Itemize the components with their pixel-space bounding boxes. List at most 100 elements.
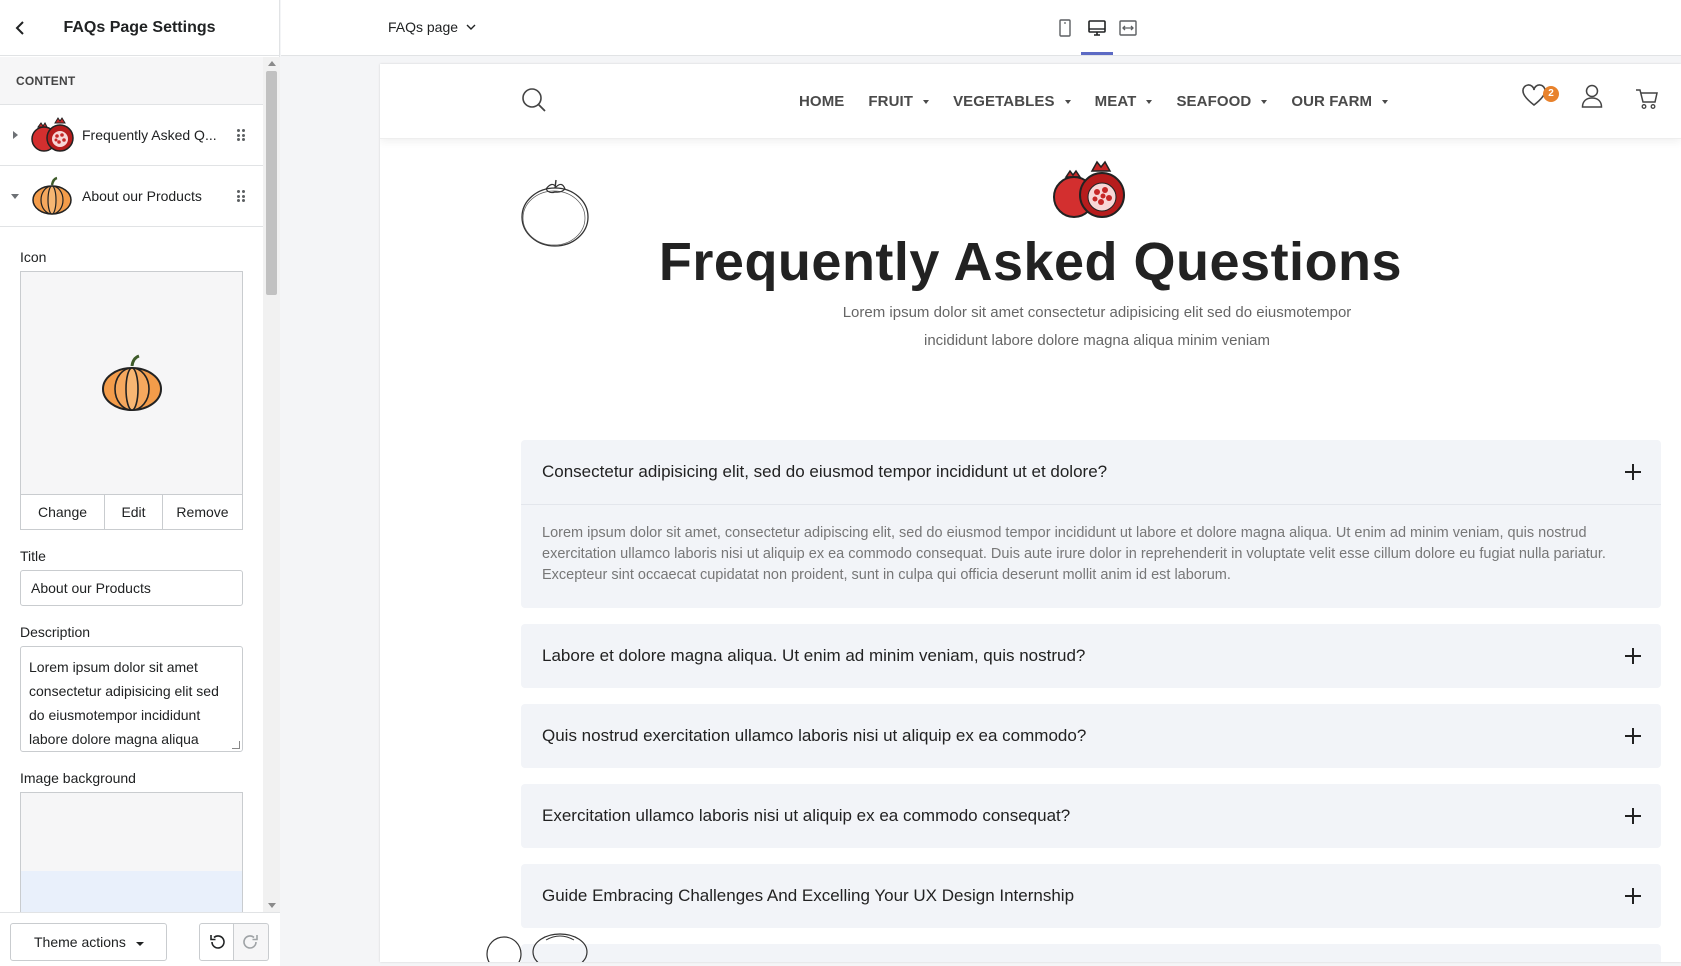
- scroll-up-icon[interactable]: [268, 61, 276, 66]
- plus-icon[interactable]: [1625, 728, 1641, 744]
- wishlist-count-badge: 2: [1543, 86, 1559, 102]
- caret-down-icon: [1261, 99, 1268, 104]
- menu-item-meat[interactable]: MEAT: [1095, 93, 1153, 110]
- description-textarea[interactable]: Lorem ipsum dolor sit amet consectetur a…: [20, 646, 243, 752]
- faq-question-text: Exercitation ullamco laboris nisi ut ali…: [542, 806, 1071, 825]
- chevron-down-icon: [466, 24, 476, 30]
- desktop-icon: [1088, 20, 1106, 36]
- expand-toggle[interactable]: [0, 131, 30, 139]
- image-background-label: Image background: [20, 770, 136, 786]
- icon-actions: Change Edit Remove: [20, 495, 243, 530]
- account-button[interactable]: [1581, 84, 1603, 113]
- faq-question[interactable]: Consectetur adipisicing elit, sed do eiu…: [521, 440, 1661, 504]
- faq-item[interactable]: [521, 944, 1661, 962]
- mobile-view-button[interactable]: [1051, 16, 1079, 40]
- sidebar-title: FAQs Page Settings: [63, 18, 216, 36]
- background-image-tint: [21, 871, 242, 912]
- faq-item[interactable]: Guide Embracing Challenges And Excelling…: [521, 864, 1661, 928]
- redo-button[interactable]: [234, 923, 269, 961]
- drag-handle-icon[interactable]: [237, 129, 245, 141]
- block-label: Frequently Asked Q...: [82, 127, 217, 143]
- faq-item[interactable]: Consectetur adipisicing elit, sed do eiu…: [521, 440, 1661, 608]
- redo-icon: [243, 935, 258, 949]
- pomegranate-icon: [1052, 157, 1128, 226]
- faq-question[interactable]: Guide Embracing Challenges And Excelling…: [521, 864, 1661, 928]
- block-label: About our Products: [82, 188, 202, 204]
- image-background-preview[interactable]: [20, 792, 243, 912]
- menu-item-vegetables[interactable]: VEGETABLES: [953, 93, 1071, 110]
- title-input[interactable]: About our Products: [20, 570, 243, 606]
- menu-item-label: VEGETABLES: [953, 93, 1055, 110]
- content-section-label: CONTENT: [0, 57, 263, 105]
- fullwidth-view-button[interactable]: [1114, 16, 1142, 40]
- faq-question[interactable]: Exercitation ullamco laboris nisi ut ali…: [521, 784, 1661, 848]
- active-device-indicator: [1081, 52, 1113, 55]
- icon-preview: [20, 271, 243, 495]
- cart-icon: [1636, 89, 1658, 109]
- drag-handle-icon[interactable]: [237, 190, 245, 202]
- expand-toggle[interactable]: [0, 193, 30, 199]
- change-button[interactable]: Change: [21, 495, 105, 529]
- resize-handle-icon[interactable]: [232, 741, 240, 749]
- icon-field: Icon Change Edit Remove Title About our …: [0, 249, 263, 912]
- remove-button[interactable]: Remove: [163, 495, 242, 529]
- cart-button[interactable]: [1635, 88, 1659, 115]
- scroll-down-icon[interactable]: [268, 903, 276, 908]
- description-text: Lorem ipsum dolor sit amet consectetur a…: [29, 659, 219, 747]
- faq-question[interactable]: Quis nostrud exercitation ullamco labori…: [521, 704, 1661, 768]
- sidebar-scrollbar[interactable]: [263, 57, 280, 912]
- title-label: Title: [20, 548, 46, 564]
- header-icons: 2: [1521, 84, 1681, 124]
- menu-item-seafood[interactable]: SEAFOOD: [1176, 93, 1268, 110]
- edit-button[interactable]: Edit: [105, 495, 163, 529]
- sidebar-header: FAQs Page Settings: [0, 0, 279, 56]
- caret-right-icon: [12, 131, 18, 139]
- faq-item[interactable]: Quis nostrud exercitation ullamco labori…: [521, 704, 1661, 768]
- search-icon: [522, 88, 546, 112]
- page-selector-label: FAQs page: [388, 19, 459, 35]
- back-button[interactable]: [0, 0, 40, 56]
- plus-icon[interactable]: [1625, 648, 1641, 664]
- user-icon: [1581, 84, 1603, 108]
- desktop-view-button[interactable]: [1083, 16, 1111, 40]
- page-selector[interactable]: FAQs page: [388, 19, 476, 35]
- pumpkin-icon: [30, 174, 74, 218]
- menu-item-label: OUR FARM: [1291, 93, 1373, 110]
- caret-down-icon: [135, 941, 144, 946]
- faq-question-text: Quis nostrud exercitation ullamco labori…: [542, 726, 1087, 745]
- theme-actions-button[interactable]: Theme actions: [10, 923, 167, 961]
- menu-item-label: FRUIT: [868, 93, 914, 110]
- menu-item-label: HOME: [799, 93, 845, 110]
- main-menu: HOME FRUIT VEGETABLES MEAT SEAFOOD OUR F…: [799, 93, 1412, 110]
- block-item-faq[interactable]: Frequently Asked Q...: [0, 105, 263, 166]
- menu-item-our-farm[interactable]: OUR FARM: [1291, 93, 1389, 110]
- faq-question[interactable]: Labore et dolore magna aliqua. Ut enim a…: [521, 624, 1661, 688]
- caret-down-icon: [11, 193, 19, 199]
- wishlist-button[interactable]: 2: [1521, 84, 1559, 113]
- chevron-left-icon: [15, 20, 24, 35]
- plus-icon[interactable]: [1625, 464, 1641, 480]
- caret-down-icon: [1146, 99, 1153, 104]
- undo-button[interactable]: [199, 923, 234, 961]
- store-header: HOME FRUIT VEGETABLES MEAT SEAFOOD OUR F…: [380, 64, 1681, 139]
- plus-icon[interactable]: [1625, 888, 1641, 904]
- pomegranate-icon: [30, 113, 74, 157]
- faq-item[interactable]: Exercitation ullamco laboris nisi ut ali…: [521, 784, 1661, 848]
- plus-icon[interactable]: [1625, 808, 1641, 824]
- pumpkin-icon: [101, 354, 162, 411]
- menu-item-home[interactable]: HOME: [799, 93, 844, 110]
- faq-answer: Lorem ipsum dolor sit amet, consectetur …: [521, 504, 1661, 608]
- page-title: Frequently Asked Questions: [658, 232, 1403, 292]
- faq-question-text: Consectetur adipisicing elit, sed do eiu…: [542, 462, 1108, 481]
- menu-item-fruit[interactable]: FRUIT: [868, 93, 930, 110]
- search-button[interactable]: [521, 87, 547, 118]
- menu-item-label: MEAT: [1094, 93, 1137, 110]
- faq-item[interactable]: Labore et dolore magna aliqua. Ut enim a…: [521, 624, 1661, 688]
- theme-actions-label: Theme actions: [34, 934, 126, 950]
- block-item-about-products[interactable]: About our Products: [0, 166, 263, 227]
- caret-down-icon: [1382, 99, 1389, 104]
- mobile-icon: [1059, 19, 1071, 37]
- scrollbar-thumb[interactable]: [266, 71, 277, 295]
- menu-item-label: SEAFOOD: [1176, 93, 1252, 110]
- faq-question-text: Guide Embracing Challenges And Excelling…: [542, 886, 1075, 905]
